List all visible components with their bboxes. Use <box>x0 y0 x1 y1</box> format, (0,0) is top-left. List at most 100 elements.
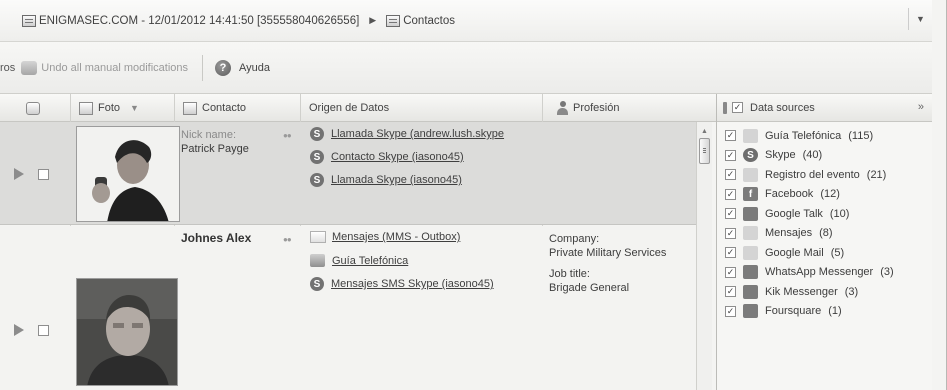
data-source-label: Registro del evento <box>765 168 860 181</box>
breadcrumb-contactos[interactable]: Contactos <box>403 15 455 27</box>
skype-icon: S <box>310 277 324 291</box>
printer-icon <box>26 101 40 115</box>
column-header-foto[interactable]: Foto ▼ <box>70 94 174 122</box>
company-value: Private Military Services <box>549 247 667 259</box>
filter-icon[interactable]: ▼ <box>130 103 139 113</box>
chevron-down-icon[interactable]: ▼ <box>908 8 932 30</box>
nick-name-label: Nick name: <box>181 129 237 141</box>
row-checkbox[interactable] <box>38 325 49 336</box>
row-checkbox[interactable] <box>38 169 49 180</box>
data-source-item[interactable]: ✓ S Skype (40) <box>725 146 932 166</box>
facebook-icon: f <box>743 187 758 202</box>
vertical-scrollbar[interactable]: ▲ <box>696 122 712 390</box>
column-header-origen-label: Origen de Datos <box>309 102 390 114</box>
contact-photo <box>76 278 178 386</box>
data-source-count: (40) <box>802 149 823 162</box>
whatsapp-icon <box>743 265 758 280</box>
undo-all-button[interactable]: Undo all manual modifications <box>41 62 188 74</box>
scrollbar-thumb[interactable] <box>699 138 710 164</box>
messages-icon <box>743 226 758 241</box>
data-source-item[interactable]: ✓ Google Talk (10) <box>725 204 932 224</box>
data-source-count: (1) <box>828 305 842 318</box>
photo-icon <box>79 101 93 115</box>
data-source-link-text[interactable]: Contacto Skype (iasono45) <box>331 151 464 163</box>
data-source-checkbox[interactable]: ✓ <box>725 149 736 161</box>
data-source-item[interactable]: ✓ f Facebook (12) <box>725 185 932 205</box>
table-row[interactable]: Johnes Alex ●● Mensajes (MMS - Outbox) G… <box>0 226 696 390</box>
print-column-header[interactable] <box>0 94 70 122</box>
data-source-link[interactable]: Guía Telefónica <box>310 254 408 267</box>
data-source-checkbox[interactable]: ✓ <box>725 208 736 220</box>
data-source-checkbox[interactable]: ✓ <box>725 169 736 181</box>
data-source-count: (10) <box>829 207 850 220</box>
help-button[interactable]: Ayuda <box>239 62 270 74</box>
data-source-label: Mensajes <box>765 227 813 240</box>
data-sources-select-all-checkbox[interactable]: ✓ <box>732 102 743 113</box>
panel-pin-icon[interactable] <box>723 101 727 114</box>
app-frame: ENIGMASEC.COM - 12/01/2012 14:41:50 [355… <box>0 0 947 390</box>
data-source-link[interactable]: S Contacto Skype (iasono45) <box>310 150 464 164</box>
help-icon[interactable]: ? <box>215 59 232 76</box>
data-source-count: (12) <box>820 188 840 201</box>
contact-name: Johnes Alex <box>181 231 252 245</box>
skype-icon: S <box>310 127 324 141</box>
data-source-link-text[interactable]: Mensajes SMS Skype (iasono45) <box>331 278 494 290</box>
data-source-label: Foursquare <box>765 305 822 318</box>
data-source-checkbox[interactable]: ✓ <box>725 227 736 239</box>
breadcrumb: ENIGMASEC.COM - 12/01/2012 14:41:50 [355… <box>0 0 932 42</box>
data-source-item[interactable]: ✓ Mensajes (8) <box>725 224 932 244</box>
data-source-label: Google Talk <box>765 207 823 220</box>
data-source-item[interactable]: ✓ Kik Messenger (3) <box>725 282 932 302</box>
scroll-up-arrow-icon[interactable]: ▲ <box>701 128 708 135</box>
data-source-count: (3) <box>880 266 894 279</box>
data-source-checkbox[interactable]: ✓ <box>725 305 736 317</box>
data-source-link[interactable]: Mensajes (MMS - Outbox) <box>310 231 460 243</box>
data-source-item[interactable]: ✓ Google Mail (5) <box>725 243 932 263</box>
row-expand-arrow-icon[interactable] <box>14 324 24 336</box>
contact-photo-image <box>77 279 177 385</box>
column-header-contacto-label: Contacto <box>202 102 247 114</box>
mms-icon <box>310 231 326 243</box>
skype-icon: S <box>743 148 758 163</box>
data-sources-title: Data sources <box>750 101 815 114</box>
data-source-checkbox[interactable]: ✓ <box>725 188 736 200</box>
link-icon: ●● <box>283 235 292 244</box>
data-source-link[interactable]: S Llamada Skype (iasono45) <box>310 173 462 187</box>
data-source-link-text[interactable]: Mensajes (MMS - Outbox) <box>332 231 460 243</box>
data-source-link[interactable]: S Llamada Skype (andrew.lush.skype <box>310 127 504 141</box>
contact-photo <box>76 126 180 222</box>
toolbar-divider <box>202 54 204 81</box>
data-source-link[interactable]: S Mensajes SMS Skype (iasono45) <box>310 277 494 291</box>
phonebook-icon <box>743 128 758 143</box>
data-source-count: (115) <box>848 129 874 142</box>
table-row[interactable]: Nick name: Patrick Payge ●● S Llamada Sk… <box>0 122 696 225</box>
data-source-label: Facebook <box>765 188 814 201</box>
data-source-checkbox[interactable]: ✓ <box>725 130 736 142</box>
data-source-link-text[interactable]: Llamada Skype (iasono45) <box>331 174 462 186</box>
data-source-checkbox[interactable]: ✓ <box>725 286 736 298</box>
data-sources-list: ✓ Guía Telefónica (115) ✓ S Skype (40) ✓… <box>717 122 932 321</box>
data-source-item[interactable]: ✓ Guía Telefónica (115) <box>725 126 932 146</box>
data-source-checkbox[interactable]: ✓ <box>725 266 736 278</box>
toolbar-truncated-label[interactable]: ros <box>0 62 15 74</box>
data-source-link-text[interactable]: Guía Telefónica <box>332 255 408 267</box>
data-source-count: (21) <box>866 168 887 181</box>
expand-panel-icon[interactable]: » <box>918 101 924 113</box>
column-header-profesion[interactable]: Profesión <box>542 94 716 122</box>
person-icon <box>557 101 568 115</box>
column-header-contacto[interactable]: Contacto <box>174 94 300 122</box>
google-talk-icon <box>743 206 758 221</box>
data-source-item[interactable]: ✓ Foursquare (1) <box>725 302 932 322</box>
event-log-icon <box>743 167 758 182</box>
company-label: Company: <box>549 233 600 245</box>
breadcrumb-device[interactable]: ENIGMASEC.COM - 12/01/2012 14:41:50 [355… <box>39 15 359 27</box>
data-source-checkbox[interactable]: ✓ <box>725 247 736 259</box>
data-source-label: Guía Telefónica <box>765 129 842 142</box>
data-source-link-text[interactable]: Llamada Skype (andrew.lush.skype <box>331 128 504 140</box>
data-source-item[interactable]: ✓ Registro del evento (21) <box>725 165 932 185</box>
column-header-origen[interactable]: Origen de Datos <box>300 94 542 122</box>
data-source-count: (3) <box>844 285 859 298</box>
kik-icon <box>743 284 758 299</box>
data-source-item[interactable]: ✓ WhatsApp Messenger (3) <box>725 263 932 283</box>
row-expand-arrow-icon[interactable] <box>14 168 24 180</box>
